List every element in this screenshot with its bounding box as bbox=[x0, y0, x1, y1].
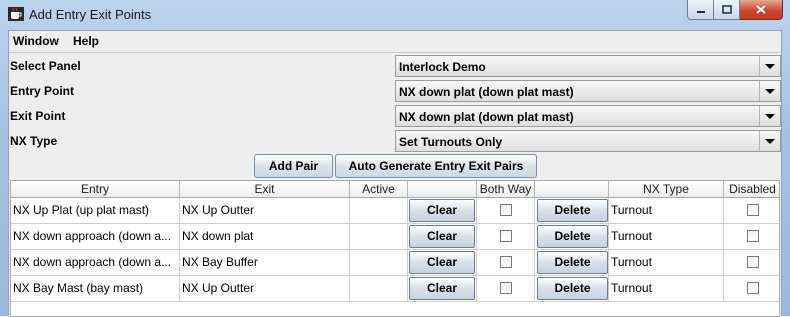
col-exit-header[interactable]: Exit bbox=[180, 181, 350, 197]
exit-cell[interactable]: NX Up Outter bbox=[180, 276, 350, 301]
clear-cell: Clear bbox=[408, 250, 477, 275]
exit-point-value: NX down plat (down plat mast) bbox=[399, 110, 574, 124]
col-delete-header[interactable] bbox=[535, 181, 609, 197]
clear-cell: Clear bbox=[408, 198, 477, 223]
nx-type-cell[interactable]: Turnout bbox=[609, 224, 724, 249]
chevron-down-icon[interactable] bbox=[759, 56, 780, 76]
delete-button[interactable]: Delete bbox=[537, 199, 608, 222]
table-row: NX down approach (down a... NX down plat… bbox=[11, 224, 779, 250]
delete-cell: Delete bbox=[535, 224, 609, 249]
app-window: Add Entry Exit Points Window Help Select… bbox=[0, 0, 790, 317]
close-icon bbox=[756, 5, 766, 14]
title-bar[interactable]: Add Entry Exit Points bbox=[0, 0, 790, 30]
disabled-cell bbox=[724, 224, 779, 249]
window-controls bbox=[687, 0, 783, 20]
both-way-cell bbox=[477, 224, 535, 249]
chevron-down-icon[interactable] bbox=[759, 131, 780, 151]
col-both-way-header[interactable]: Both Way bbox=[477, 181, 535, 197]
entry-cell[interactable]: NX down approach (down a... bbox=[11, 224, 180, 249]
maximize-icon bbox=[721, 5, 732, 14]
delete-button[interactable]: Delete bbox=[537, 277, 608, 300]
entry-cell[interactable]: NX Bay Mast (bay mast) bbox=[11, 276, 180, 301]
nx-type-cell[interactable]: Turnout bbox=[609, 198, 724, 223]
entry-point-row: Entry Point NX down plat (down plat mast… bbox=[9, 79, 781, 104]
disabled-cell bbox=[724, 250, 779, 275]
delete-cell: Delete bbox=[535, 250, 609, 275]
table-header: Entry Exit Active Both Way NX Type Disab… bbox=[11, 181, 779, 198]
window-title: Add Entry Exit Points bbox=[29, 7, 152, 22]
delete-cell: Delete bbox=[535, 198, 609, 223]
minimize-button[interactable] bbox=[687, 0, 714, 20]
exit-cell[interactable]: NX Bay Buffer bbox=[180, 250, 350, 275]
nx-type-combo[interactable]: Set Turnouts Only bbox=[395, 130, 781, 152]
clear-button[interactable]: Clear bbox=[409, 277, 475, 300]
select-panel-row: Select Panel Interlock Demo bbox=[9, 54, 781, 79]
entry-cell[interactable]: NX Up Plat (up plat mast) bbox=[11, 198, 180, 223]
delete-button[interactable]: Delete bbox=[537, 251, 608, 274]
exit-cell[interactable]: NX down plat bbox=[180, 224, 350, 249]
add-pair-button[interactable]: Add Pair bbox=[254, 154, 333, 178]
java-cup-icon bbox=[8, 7, 24, 21]
minimize-icon bbox=[696, 10, 705, 13]
entry-exit-table: Entry Exit Active Both Way NX Type Disab… bbox=[10, 180, 780, 317]
menu-bar: Window Help bbox=[9, 31, 781, 53]
disabled-cell bbox=[724, 198, 779, 223]
select-panel-value: Interlock Demo bbox=[399, 60, 486, 74]
active-cell bbox=[350, 224, 408, 249]
table-row: NX Bay Mast (bay mast) NX Up Outter Clea… bbox=[11, 276, 779, 302]
both-way-cell bbox=[477, 276, 535, 301]
col-entry-header[interactable]: Entry bbox=[11, 181, 180, 197]
both-way-cell bbox=[477, 198, 535, 223]
nx-type-cell[interactable]: Turnout bbox=[609, 276, 724, 301]
active-cell bbox=[350, 250, 408, 275]
both-way-cell bbox=[477, 250, 535, 275]
exit-point-row: Exit Point NX down plat (down plat mast) bbox=[9, 104, 781, 129]
active-cell bbox=[350, 198, 408, 223]
menu-help[interactable]: Help bbox=[73, 34, 99, 48]
nx-type-row: NX Type Set Turnouts Only bbox=[9, 129, 781, 154]
exit-cell[interactable]: NX Up Outter bbox=[180, 198, 350, 223]
entry-point-label: Entry Point bbox=[10, 84, 75, 98]
both-way-checkbox[interactable] bbox=[500, 256, 512, 268]
nx-type-cell[interactable]: Turnout bbox=[609, 250, 724, 275]
clear-cell: Clear bbox=[408, 224, 477, 249]
disabled-checkbox[interactable] bbox=[747, 282, 759, 294]
col-nx-type-header[interactable]: NX Type bbox=[609, 181, 724, 197]
disabled-checkbox[interactable] bbox=[747, 256, 759, 268]
col-disabled-header[interactable]: Disabled bbox=[724, 181, 779, 197]
active-cell bbox=[350, 276, 408, 301]
select-panel-combo[interactable]: Interlock Demo bbox=[395, 55, 781, 77]
entry-point-combo[interactable]: NX down plat (down plat mast) bbox=[395, 80, 781, 102]
entry-point-value: NX down plat (down plat mast) bbox=[399, 85, 574, 99]
table-row: NX down approach (down a... NX Bay Buffe… bbox=[11, 250, 779, 276]
maximize-button[interactable] bbox=[714, 0, 740, 20]
both-way-checkbox[interactable] bbox=[500, 230, 512, 242]
disabled-cell bbox=[724, 276, 779, 301]
nx-type-label: NX Type bbox=[10, 134, 58, 148]
exit-point-label: Exit Point bbox=[10, 109, 66, 123]
menu-window[interactable]: Window bbox=[13, 34, 59, 48]
entry-cell[interactable]: NX down approach (down a... bbox=[11, 250, 180, 275]
chevron-down-icon[interactable] bbox=[759, 81, 780, 101]
clear-button[interactable]: Clear bbox=[409, 225, 475, 248]
clear-button[interactable]: Clear bbox=[409, 199, 475, 222]
clear-cell: Clear bbox=[408, 276, 477, 301]
auto-generate-button[interactable]: Auto Generate Entry Exit Pairs bbox=[335, 154, 537, 178]
both-way-checkbox[interactable] bbox=[500, 282, 512, 294]
table-row: NX Up Plat (up plat mast) NX Up Outter C… bbox=[11, 198, 779, 224]
both-way-checkbox[interactable] bbox=[500, 204, 512, 216]
close-button[interactable] bbox=[740, 0, 783, 20]
select-panel-label: Select Panel bbox=[10, 59, 81, 73]
col-active-header[interactable]: Active bbox=[350, 181, 408, 197]
col-clear-header[interactable] bbox=[408, 181, 477, 197]
client-area: Window Help Select Panel Interlock Demo … bbox=[8, 30, 782, 317]
exit-point-combo[interactable]: NX down plat (down plat mast) bbox=[395, 105, 781, 127]
disabled-checkbox[interactable] bbox=[747, 204, 759, 216]
chevron-down-icon[interactable] bbox=[759, 106, 780, 126]
delete-button[interactable]: Delete bbox=[537, 225, 608, 248]
clear-button[interactable]: Clear bbox=[409, 251, 475, 274]
nx-type-value: Set Turnouts Only bbox=[399, 135, 503, 149]
disabled-checkbox[interactable] bbox=[747, 230, 759, 242]
delete-cell: Delete bbox=[535, 276, 609, 301]
